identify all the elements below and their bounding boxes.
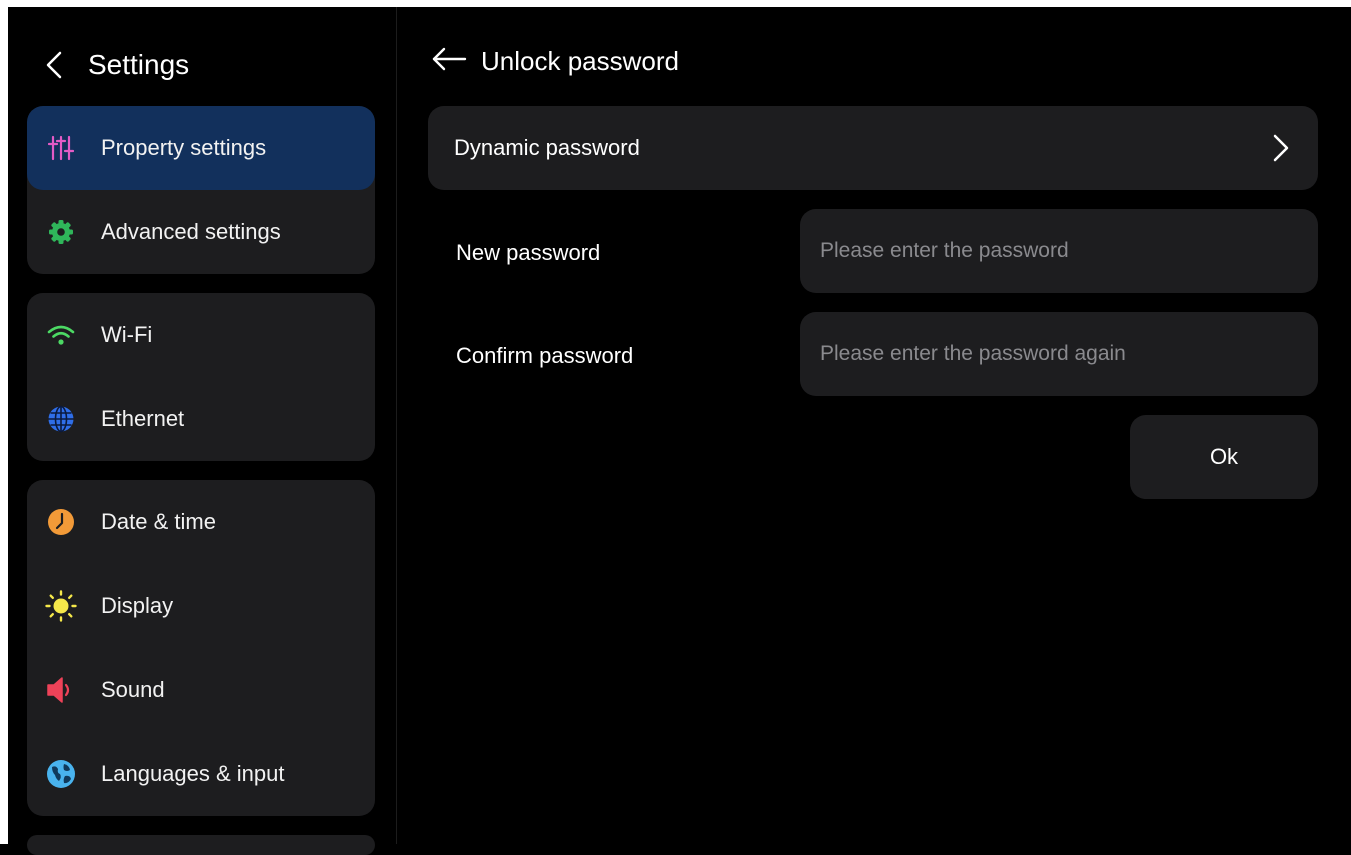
new-password-input[interactable] — [800, 209, 1318, 293]
sidebar-item-languages-input[interactable]: Languages & input — [27, 732, 375, 816]
sliders-icon — [45, 132, 77, 164]
sidebar-group-network: Wi-Fi Ethernet — [27, 293, 375, 461]
chevron-left-icon[interactable] — [44, 50, 70, 80]
sidebar-item-label: Ethernet — [101, 406, 185, 431]
dynamic-password-label: Dynamic password — [454, 135, 640, 160]
clock-icon — [45, 506, 77, 538]
unlock-password-header[interactable]: Unlock password — [431, 41, 679, 81]
sidebar-item-date-time[interactable]: Date & time — [27, 480, 375, 564]
sidebar-group-more — [27, 835, 375, 855]
page-title: Unlock password — [481, 45, 679, 76]
sidebar-item-label: Property settings — [101, 135, 267, 160]
main-panel: Unlock password Dynamic password New pas… — [397, 7, 1351, 844]
sidebar-title: Settings — [88, 49, 190, 80]
earth-icon — [45, 758, 77, 790]
sidebar-group-settings: Property settings Advanced settings — [27, 106, 375, 274]
sidebar-item-label: Date & time — [101, 509, 216, 534]
chevron-right-icon — [1272, 133, 1290, 168]
sidebar-item-wifi[interactable]: Wi-Fi — [27, 293, 375, 377]
sidebar: Settings Property settings Advanced sett… — [8, 7, 397, 855]
confirm-password-label: Confirm password — [456, 343, 634, 368]
sidebar-item-property-settings[interactable]: Property settings — [27, 106, 375, 190]
sidebar-item-advanced-settings[interactable]: Advanced settings — [27, 190, 375, 274]
settings-back-header[interactable]: Settings — [44, 45, 189, 85]
sun-icon — [45, 590, 77, 622]
dynamic-password-row[interactable]: Dynamic password — [428, 106, 1318, 190]
new-password-label: New password — [456, 240, 601, 265]
wifi-icon — [45, 319, 77, 351]
sidebar-group-system: Date & time Display Sound Languages & in… — [27, 480, 375, 816]
sidebar-item-display[interactable]: Display — [27, 564, 375, 648]
arrow-left-icon[interactable] — [431, 45, 467, 78]
confirm-password-input[interactable] — [800, 312, 1318, 396]
sidebar-item-label: Advanced settings — [101, 219, 281, 244]
ok-button[interactable]: Ok — [1130, 415, 1318, 499]
sidebar-item-label: Sound — [101, 677, 165, 702]
speaker-icon — [45, 674, 77, 706]
globe-icon — [45, 403, 77, 435]
screen-left-edge — [0, 0, 8, 844]
sidebar-item-label: Languages & input — [101, 761, 285, 786]
gear-icon — [45, 216, 77, 248]
sidebar-item-label: Wi-Fi — [101, 322, 153, 347]
sidebar-item-ethernet[interactable]: Ethernet — [27, 377, 375, 461]
sidebar-item-label: Display — [101, 593, 174, 618]
sidebar-item-sound[interactable]: Sound — [27, 648, 375, 732]
screen-top-edge — [0, 0, 1351, 7]
